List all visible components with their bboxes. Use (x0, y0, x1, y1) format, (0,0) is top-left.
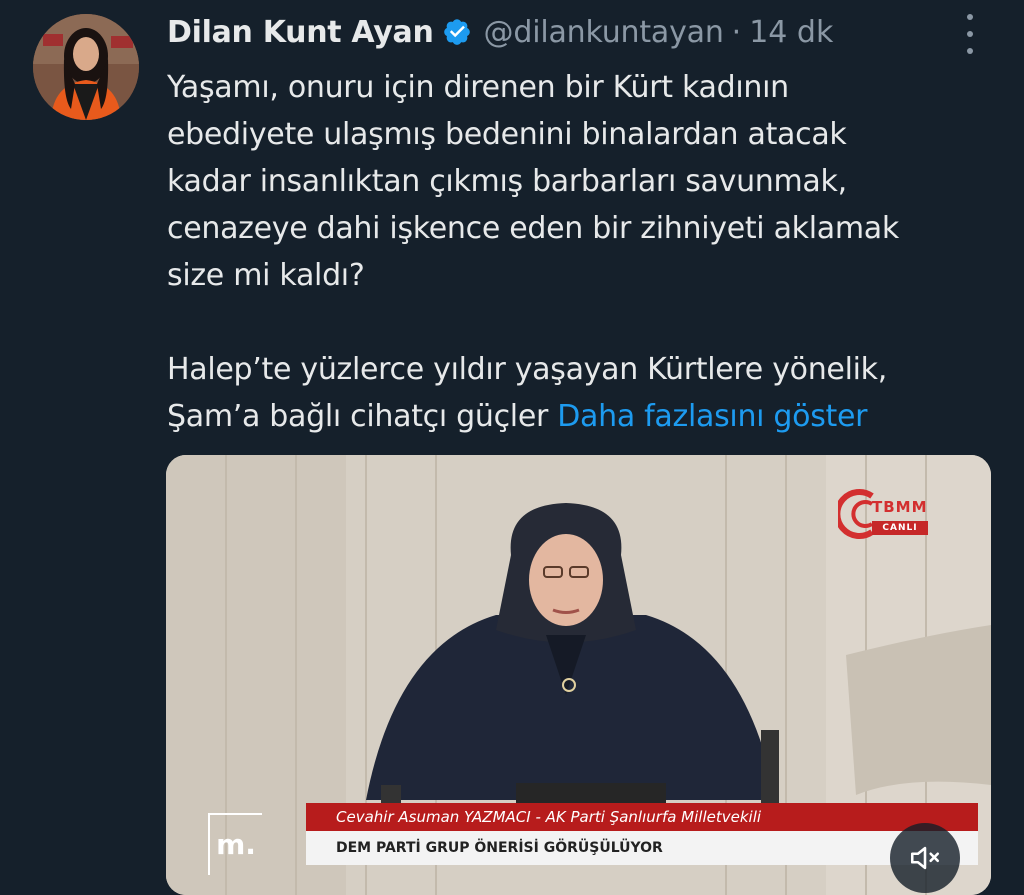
live-badge: CANLI (872, 521, 928, 535)
tweet-line: kadar insanlıktan çıkmış barbarları savu… (167, 164, 847, 199)
tweet-line: Yaşamı, onuru için direnen bir Kürt kadı… (167, 70, 789, 105)
broadcaster-logo: TBMM (872, 498, 928, 516)
avatar-photo (33, 14, 139, 120)
tweet-line-text: Şam’a bağlı cihatçı güçler (167, 399, 558, 434)
tweet-header: Dilan Kunt Ayan @dilankuntayan · 14 dk (167, 10, 833, 54)
tweet-line: Halep’te yüzlerce yıldır yaşayan Kürtler… (167, 352, 887, 387)
tweet-timestamp[interactable]: 14 dk (749, 15, 833, 50)
tweet-line: ebediyete ulaşmış bedenini binalardan at… (167, 117, 847, 152)
tweet-body: Yaşamı, onuru için direnen bir Kürt kadı… (167, 64, 987, 440)
tweet-video[interactable]: TBMM CANLI Cevahir Asuman YAZMACI - AK P… (166, 455, 991, 895)
author-avatar[interactable] (33, 14, 139, 120)
more-options-icon[interactable] (958, 14, 982, 54)
show-more-link[interactable]: Daha fazlasını göster (557, 399, 867, 434)
author-name[interactable]: Dilan Kunt Ayan (167, 15, 434, 50)
author-handle[interactable]: @dilankuntayan (484, 15, 724, 50)
speaker-muted-icon (910, 846, 940, 870)
mute-button[interactable] (890, 823, 960, 893)
channel-corner-logo: m. (208, 813, 262, 875)
verified-badge-icon (442, 17, 472, 47)
speaker-caption: Cevahir Asuman YAZMACI - AK Parti Şanlıu… (306, 803, 978, 831)
tweet-line-last: Şam’a bağlı cihatçı güçler Daha fazlasın… (167, 393, 987, 440)
topic-caption: DEM PARTİ GRUP ÖNERİSİ GÖRÜŞÜLÜYOR (306, 831, 978, 865)
tweet-line: cenazeye dahi işkence eden bir zihniyeti… (167, 211, 899, 246)
separator-dot: · (731, 14, 742, 50)
tweet-line: size mi kaldı? (167, 258, 365, 293)
